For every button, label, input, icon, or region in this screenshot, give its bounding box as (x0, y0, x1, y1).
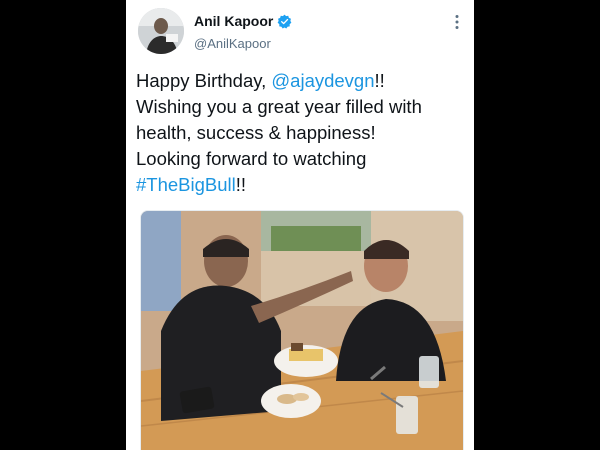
tweet-text-segment: Happy Birthday, (136, 70, 272, 91)
tweet-photo[interactable] (140, 210, 464, 450)
tweet-text-segment: !! (235, 174, 247, 195)
tweet-line-5: #TheBigBull!! (136, 172, 466, 198)
tweet-line-4: Looking forward to watching (136, 148, 367, 169)
tweet-card: Anil Kapoor @AnilKapoor Happy Birthday, … (126, 0, 474, 450)
tweet-line-3: health, success & happiness! (136, 122, 376, 143)
tweet-text-segment: !! (374, 70, 385, 91)
tweet-header: Anil Kapoor @AnilKapoor (126, 0, 474, 60)
verified-badge-icon (277, 14, 292, 29)
tweet-text: Happy Birthday, @ajaydevgn!! Wishing you… (136, 68, 466, 198)
more-options-icon[interactable] (454, 14, 460, 30)
author-handle[interactable]: @AnilKapoor (194, 36, 271, 51)
author-display-name[interactable]: Anil Kapoor (194, 13, 273, 29)
hashtag-link[interactable]: #TheBigBull (136, 174, 236, 195)
author-name-row: Anil Kapoor (194, 13, 292, 29)
mention-link[interactable]: @ajaydevgn (271, 70, 374, 91)
tweet-line-1: Happy Birthday, @ajaydevgn!! (136, 68, 466, 94)
tweet-line-2: Wishing you a great year filled with (136, 96, 422, 117)
avatar[interactable] (138, 8, 184, 54)
